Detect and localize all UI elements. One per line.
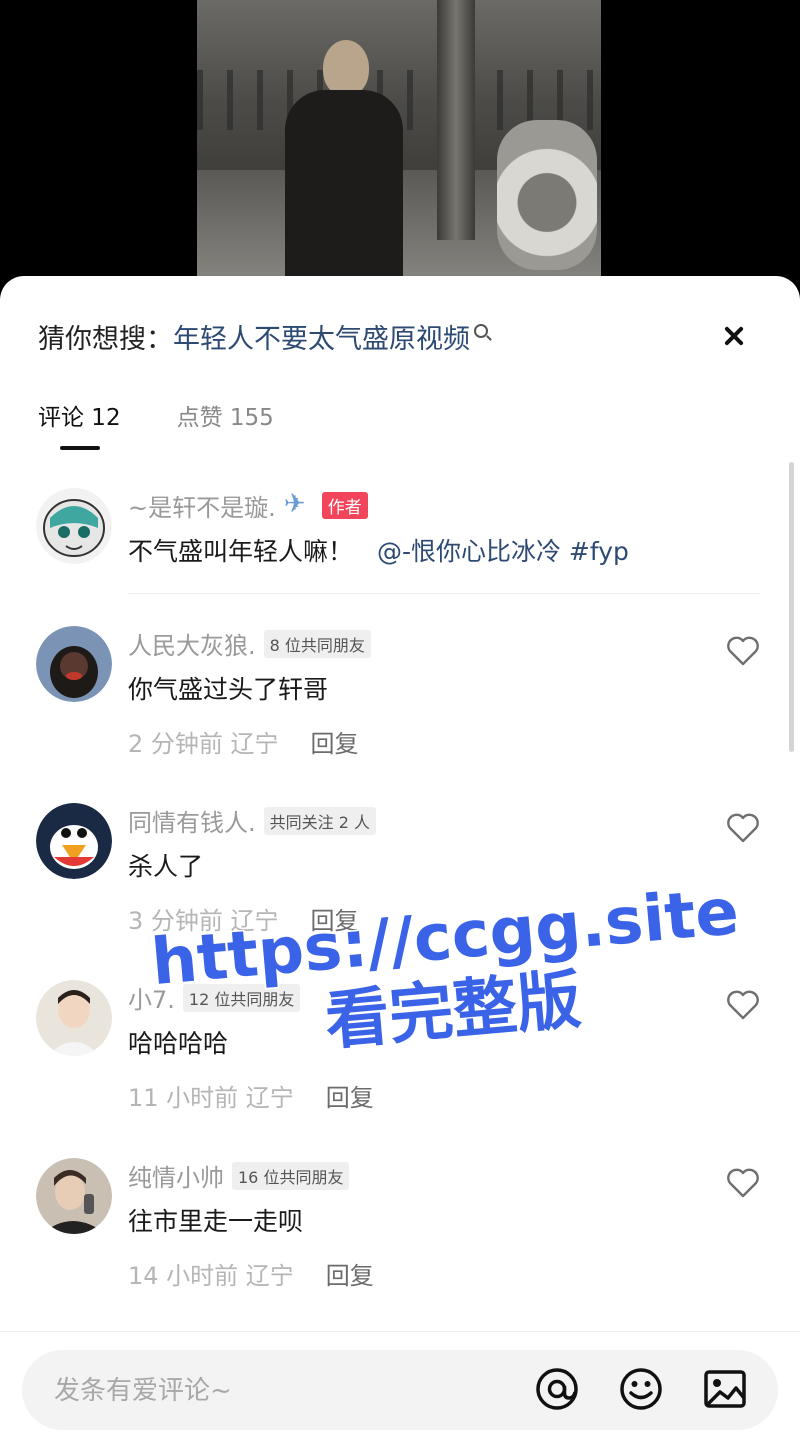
mention-link[interactable]: @-恨你心比冰冷 #fyp <box>377 537 629 566</box>
comment-time-location: 3 分钟前 辽宁 <box>128 907 279 935</box>
reply-button[interactable]: 回复 <box>326 1256 374 1291</box>
comment-text: 你气盛过头了轩哥 <box>128 675 329 704</box>
comment-meta: 11 小时前 辽宁 回复 <box>128 1078 374 1113</box>
comment-username[interactable]: 小7. <box>128 980 175 1015</box>
heart-icon[interactable] <box>726 813 760 843</box>
comment-item: 纯情小帅 16 位共同朋友 往市里走一走呗 14 小时前 辽宁 回复 <box>36 1158 760 1298</box>
mutual-follow-badge: 共同关注 2 人 <box>263 806 376 835</box>
comment-text: 往市里走一走呗 <box>128 1207 304 1236</box>
video-person-head <box>323 40 369 96</box>
search-icon <box>474 324 488 338</box>
avatar[interactable] <box>36 1158 112 1234</box>
reply-button[interactable]: 回复 <box>311 724 359 759</box>
avatar[interactable] <box>36 803 112 879</box>
comment-header: 人民大灰狼. 8 位共同朋友 <box>128 626 371 661</box>
heart-icon[interactable] <box>726 990 760 1020</box>
tab-comments[interactable]: 评论 12 <box>38 398 121 432</box>
search-suggestion[interactable]: 猜你想搜： 年轻人不要太气盛原视频 <box>38 316 770 356</box>
video-person-body <box>285 90 403 290</box>
comment-header: ~是轩不是璇. 作者 <box>128 488 368 523</box>
emoji-icon[interactable] <box>616 1364 666 1414</box>
comment-time-location: 2 分钟前 辽宁 <box>128 730 279 758</box>
search-prefix: 猜你想搜： <box>38 323 173 355</box>
comment-text: 杀人了 <box>128 852 204 881</box>
heart-icon[interactable] <box>726 636 760 666</box>
comment-header: 小7. 12 位共同朋友 <box>128 980 301 1015</box>
comment-body: 不气盛叫年轻人嘛！ <box>128 537 354 566</box>
comment-username[interactable]: 纯情小帅 <box>128 1158 224 1193</box>
image-icon[interactable] <box>700 1364 750 1414</box>
avatar[interactable] <box>36 626 112 702</box>
comment-time-location: 14 小时前 辽宁 <box>128 1262 294 1290</box>
comment-tabs: 评论 12 点赞 155 <box>38 398 274 432</box>
mutual-friends-badge: 12 位共同朋友 <box>182 983 301 1012</box>
comment-header: 同情有钱人. 共同关注 2 人 <box>128 803 376 838</box>
author-badge: 作者 <box>321 492 368 519</box>
video-tree <box>437 0 475 240</box>
comment-item: 小7. 12 位共同朋友 哈哈哈哈 11 小时前 辽宁 回复 <box>36 980 760 1120</box>
reply-button[interactable]: 回复 <box>311 901 359 936</box>
comment-header: 纯情小帅 16 位共同朋友 <box>128 1158 350 1193</box>
comment-text: 哈哈哈哈 <box>128 1029 229 1058</box>
scrollbar[interactable] <box>789 462 794 752</box>
video-person <box>285 40 403 290</box>
video-player[interactable] <box>0 0 800 300</box>
tab-likes[interactable]: 点赞 155 <box>177 398 274 432</box>
comment-username[interactable]: 同情有钱人. <box>128 803 256 838</box>
mention-icon[interactable] <box>532 1364 582 1414</box>
comment-text: 不气盛叫年轻人嘛！ @-恨你心比冰冷 #fyp <box>128 532 629 568</box>
comment-meta: 14 小时前 辽宁 回复 <box>128 1256 374 1291</box>
reply-button[interactable]: 回复 <box>326 1078 374 1113</box>
heart-icon[interactable] <box>726 1168 760 1198</box>
avatar[interactable] <box>36 488 112 564</box>
comment-input-placeholder: 发条有爱评论~ <box>54 1376 232 1406</box>
comment-item: 人民大灰狼. 8 位共同朋友 你气盛过头了轩哥 2 分钟前 辽宁 回复 <box>36 626 760 766</box>
mutual-friends-badge: 8 位共同朋友 <box>263 629 371 658</box>
comment-time-location: 11 小时前 辽宁 <box>128 1084 294 1112</box>
avatar[interactable] <box>36 980 112 1056</box>
search-term-link[interactable]: 年轻人不要太气盛原视频 <box>173 317 470 356</box>
comment-meta: 3 分钟前 辽宁 回复 <box>128 901 359 936</box>
mutual-friends-badge: 16 位共同朋友 <box>232 1161 350 1190</box>
comment-input[interactable]: 发条有爱评论~ <box>22 1350 778 1430</box>
comment-input-bar: 发条有爱评论~ <box>0 1331 800 1455</box>
divider <box>128 593 760 594</box>
comment-username[interactable]: 人民大灰狼. <box>128 626 256 661</box>
airplane-icon <box>284 489 314 519</box>
video-scooter <box>497 120 597 270</box>
comment-item-author: ~是轩不是璇. 作者 不气盛叫年轻人嘛！ @-恨你心比冰冷 #fyp <box>36 488 760 578</box>
tab-indicator <box>60 446 100 450</box>
close-icon[interactable] <box>714 316 754 356</box>
comment-sheet: 猜你想搜： 年轻人不要太气盛原视频 评论 12 点赞 155 ~是轩不是璇. 作… <box>0 276 800 1455</box>
comment-item: 同情有钱人. 共同关注 2 人 杀人了 3 分钟前 辽宁 回复 <box>36 803 760 943</box>
comment-username[interactable]: ~是轩不是璇. <box>128 488 276 523</box>
video-frame <box>197 0 601 290</box>
comment-meta: 2 分钟前 辽宁 回复 <box>128 724 359 759</box>
